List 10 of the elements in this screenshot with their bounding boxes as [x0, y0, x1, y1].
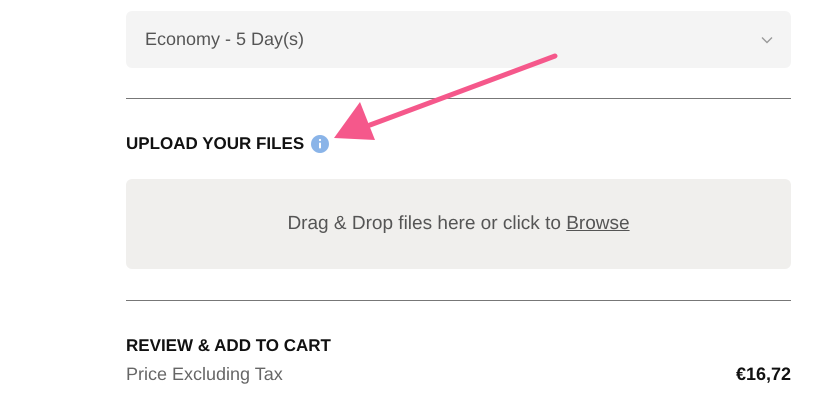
price-label: Price Excluding Tax [126, 364, 283, 385]
section-heading: UPLOAD YOUR FILES [126, 134, 304, 154]
price-value: €16,72 [736, 364, 791, 385]
delivery-time-dropdown[interactable]: Economy - 5 Day(s) [126, 11, 791, 68]
section-heading: REVIEW & ADD TO CART [126, 336, 332, 356]
file-drop-zone[interactable]: Drag & Drop files here or click to Browse [126, 179, 791, 269]
drop-zone-text: Drag & Drop files here or click to Browse [287, 213, 630, 235]
browse-link[interactable]: Browse [566, 213, 630, 234]
chevron-down-icon [761, 36, 773, 44]
info-icon[interactable] [311, 135, 330, 153]
